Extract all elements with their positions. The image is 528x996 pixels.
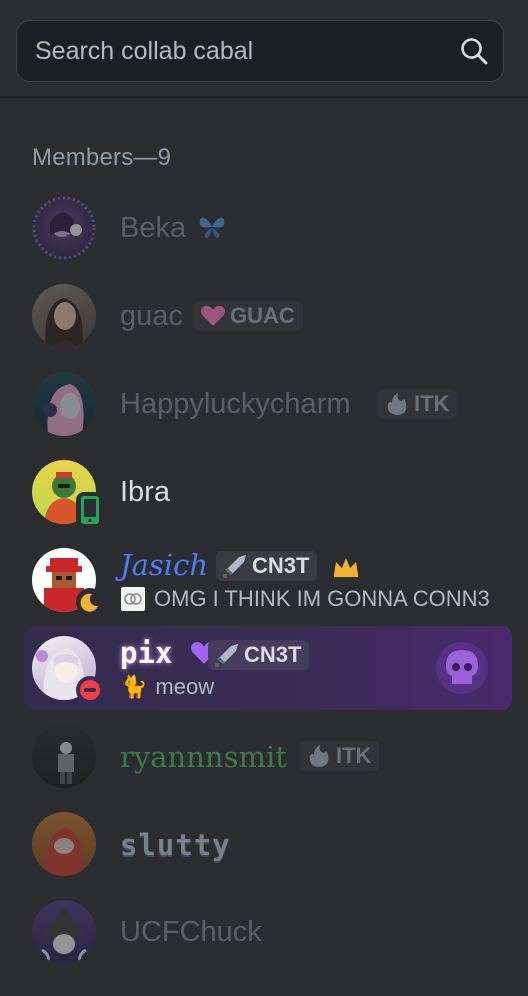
avatar xyxy=(32,724,96,788)
crown-icon xyxy=(334,558,358,577)
sword-icon xyxy=(215,644,238,667)
member-row-ibra[interactable]: Ibra xyxy=(24,450,512,534)
mobile-status-icon xyxy=(76,492,104,528)
do-not-disturb-icon xyxy=(76,676,104,704)
member-row-ryannnsmit[interactable]: ryannnsmit ITK xyxy=(24,714,512,798)
avatar xyxy=(32,196,96,260)
avatar xyxy=(32,372,96,436)
avatar xyxy=(32,900,96,964)
skull-icon xyxy=(436,642,488,694)
member-name: ryannnsmit xyxy=(120,740,287,774)
flame-icon xyxy=(309,745,329,767)
role-tag: GUAC xyxy=(194,301,303,331)
role-tag: CN3T xyxy=(208,640,310,670)
member-name: Ibra xyxy=(120,476,170,508)
avatar xyxy=(32,284,96,348)
member-row-beka[interactable]: Beka xyxy=(24,186,512,270)
butterfly-icon xyxy=(199,217,225,239)
member-name: Happyluckycharm xyxy=(120,388,351,420)
custom-status: OMG I THINK IM GONNA CONN3 xyxy=(120,586,490,612)
member-name: Jasich xyxy=(120,548,208,582)
member-name: guac xyxy=(120,300,183,332)
custom-status: 🐈 meow xyxy=(120,674,215,699)
avatar xyxy=(32,812,96,876)
cat-emoji: 🐈 xyxy=(120,674,148,699)
member-name: pix xyxy=(120,636,218,670)
member-row-ucfchuck[interactable]: UCFChuck xyxy=(24,890,512,974)
member-name: Beka xyxy=(120,212,226,245)
member-name: slutty xyxy=(120,828,231,862)
heart-icon xyxy=(201,305,225,326)
search-placeholder: Search collab cabal xyxy=(35,37,254,65)
flame-icon xyxy=(387,393,407,415)
member-row-jasich[interactable]: Jasich CN3T OMG I THINK IM GONNA CONN3 xyxy=(24,538,512,622)
search-icon[interactable] xyxy=(459,36,489,66)
role-tag: ITK xyxy=(300,741,380,771)
status-emoji-icon xyxy=(121,587,145,611)
members-section-header: Members—9 xyxy=(32,144,172,171)
role-tag: CN3T xyxy=(216,551,318,581)
member-row-pix[interactable]: pix CN3T 🐈 meow xyxy=(24,626,512,710)
search-bar-container: Search collab cabal xyxy=(0,0,528,98)
role-tag: ITK xyxy=(378,389,458,419)
member-row-happyluckycharm[interactable]: Happyluckycharm ITK xyxy=(24,362,512,446)
member-row-guac[interactable]: guac GUAC xyxy=(24,274,512,358)
idle-moon-icon xyxy=(76,588,104,616)
sword-icon xyxy=(223,555,246,578)
member-row-slutty[interactable]: slutty xyxy=(24,802,512,886)
search-input[interactable]: Search collab cabal xyxy=(16,20,504,82)
member-name: UCFChuck xyxy=(120,916,262,948)
